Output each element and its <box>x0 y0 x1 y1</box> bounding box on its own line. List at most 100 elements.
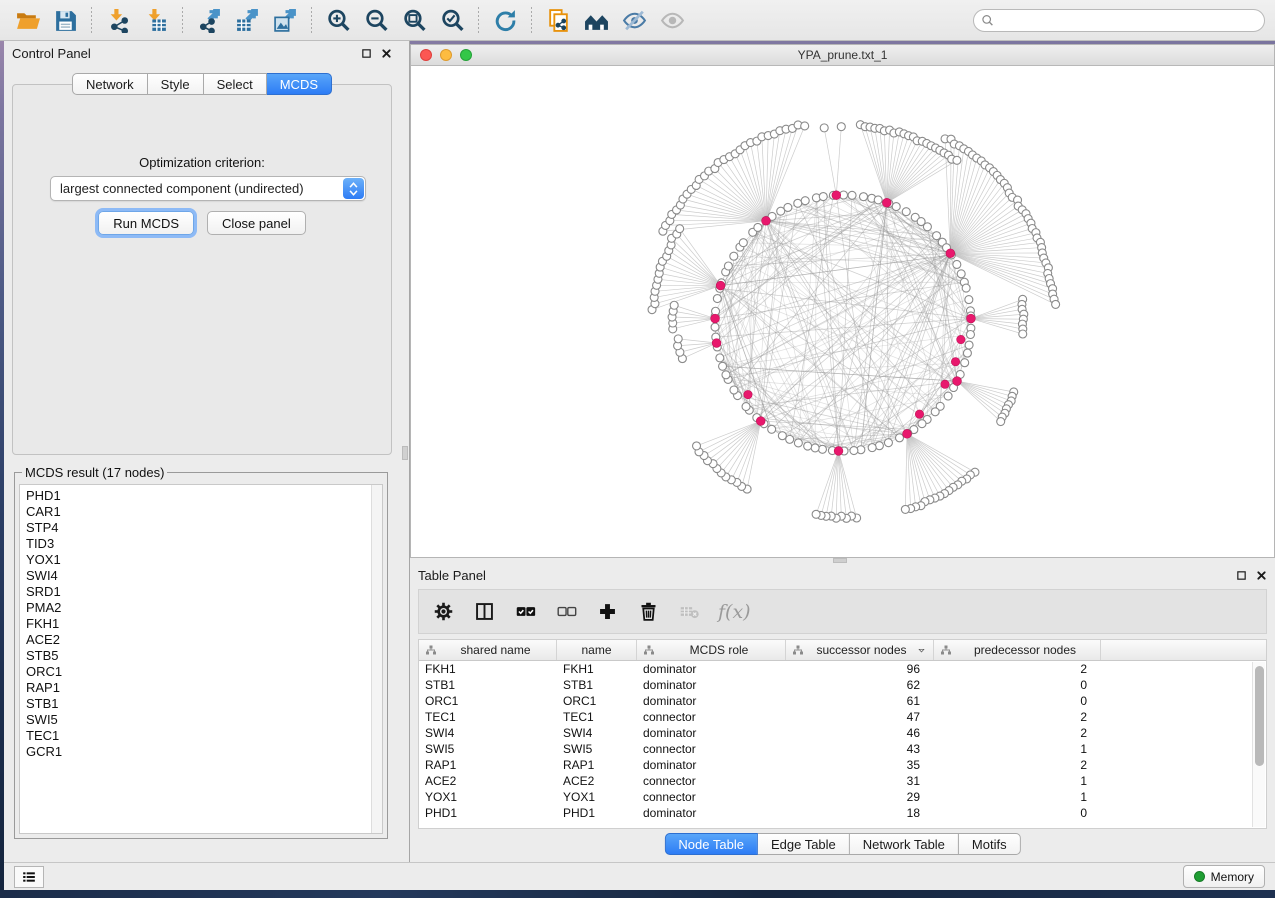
table-row[interactable]: ACE2ACE2connector311 <box>419 773 1266 789</box>
export-table-button[interactable] <box>228 4 266 36</box>
network-canvas[interactable] <box>411 66 1274 557</box>
leaf-node[interactable] <box>676 225 684 233</box>
delete-table-button[interactable] <box>677 600 701 624</box>
network-node[interactable] <box>965 341 973 349</box>
network-node[interactable] <box>892 203 900 211</box>
export-image-button[interactable] <box>266 4 304 36</box>
network-node[interactable] <box>860 193 868 201</box>
network-node[interactable] <box>713 295 721 303</box>
zoom-selected-button[interactable] <box>433 4 471 36</box>
network-node[interactable] <box>742 403 750 411</box>
table-scrollbar-thumb[interactable] <box>1255 666 1264 766</box>
table-row[interactable]: SWI4SWI4dominator462 <box>419 725 1266 741</box>
network-node[interactable] <box>963 349 971 357</box>
export-network-button[interactable] <box>190 4 228 36</box>
mcds-dominator-node[interactable] <box>744 390 752 398</box>
mcds-result-item[interactable]: PHD1 <box>26 488 382 504</box>
mcds-dominator-node[interactable] <box>762 216 771 225</box>
show-all-button[interactable] <box>653 4 691 36</box>
network-node[interactable] <box>801 197 809 205</box>
network-node[interactable] <box>918 420 926 428</box>
table-row[interactable]: TEC1TEC1connector472 <box>419 709 1266 725</box>
table-row[interactable]: FKH1FKH1dominator962 <box>419 661 1266 677</box>
tab-mcds[interactable]: MCDS <box>267 73 332 95</box>
show-panels-button[interactable] <box>14 866 44 888</box>
network-node[interactable] <box>739 239 747 247</box>
mcds-dominator-node[interactable] <box>711 314 720 323</box>
network-window-titlebar[interactable]: YPA_prune.txt_1 <box>411 45 1274 66</box>
settings-button[interactable] <box>431 600 455 624</box>
vertical-splitter-handle[interactable] <box>402 446 408 460</box>
mcds-result-item[interactable]: STP4 <box>26 520 382 536</box>
table-row[interactable]: ORC1ORC1dominator610 <box>419 693 1266 709</box>
zoom-in-button[interactable] <box>319 4 357 36</box>
run-mcds-button[interactable]: Run MCDS <box>98 211 194 235</box>
network-node[interactable] <box>965 296 973 304</box>
network-node[interactable] <box>818 445 826 453</box>
mcds-dominator-node[interactable] <box>946 249 955 258</box>
mcds-dominator-node[interactable] <box>967 314 976 323</box>
close-panel-icon[interactable] <box>381 48 392 59</box>
network-node[interactable] <box>874 196 882 204</box>
network-node[interactable] <box>768 425 776 433</box>
mcds-result-item[interactable]: ORC1 <box>26 664 382 680</box>
first-neighbors-button[interactable] <box>577 4 615 36</box>
network-node[interactable] <box>786 435 794 443</box>
leaf-node[interactable] <box>820 124 828 132</box>
mcds-result-item[interactable]: SWI5 <box>26 712 382 728</box>
network-node[interactable] <box>794 439 802 447</box>
column-header-shared_name[interactable]: shared name <box>419 640 557 660</box>
network-node[interactable] <box>730 386 738 394</box>
leaf-node[interactable] <box>674 335 682 343</box>
tab-style[interactable]: Style <box>148 73 204 95</box>
table-row[interactable]: SWI5SWI5connector431 <box>419 741 1266 757</box>
mcds-dominator-node[interactable] <box>712 339 721 348</box>
mcds-dominator-node[interactable] <box>882 198 891 207</box>
network-node[interactable] <box>784 203 792 211</box>
leaf-node[interactable] <box>1052 300 1060 308</box>
network-node[interactable] <box>868 444 876 452</box>
table-row[interactable]: RAP1RAP1dominator352 <box>419 757 1266 773</box>
leaf-node[interactable] <box>693 442 701 450</box>
network-node[interactable] <box>953 260 961 268</box>
table-scrollbar[interactable] <box>1252 662 1265 827</box>
mcds-result-item[interactable]: YOX1 <box>26 552 382 568</box>
mcds-result-list[interactable]: PHD1CAR1STP4TID3YOX1SWI4SRD1PMA2FKH1ACE2… <box>19 484 383 834</box>
column-header-name[interactable]: name <box>557 640 637 660</box>
leaf-node[interactable] <box>997 418 1005 426</box>
mcds-dominator-node[interactable] <box>951 358 959 366</box>
clone-network-button[interactable] <box>539 4 577 36</box>
table-row[interactable]: YOX1YOX1connector291 <box>419 789 1266 805</box>
network-node[interactable] <box>957 270 965 278</box>
network-node[interactable] <box>711 323 719 331</box>
import-network-button[interactable] <box>99 4 137 36</box>
mcds-result-item[interactable]: SWI4 <box>26 568 382 584</box>
tab-edge-table[interactable]: Edge Table <box>758 833 850 855</box>
mcds-result-item[interactable]: FKH1 <box>26 616 382 632</box>
refresh-view-button[interactable] <box>486 4 524 36</box>
mcds-dominator-node[interactable] <box>941 380 949 388</box>
mcds-result-item[interactable]: STB5 <box>26 648 382 664</box>
column-header-predecessor_nodes[interactable]: predecessor nodes <box>934 640 1101 660</box>
leaf-node[interactable] <box>670 301 678 309</box>
delete-column-button[interactable] <box>636 600 660 624</box>
column-header-successor_nodes[interactable]: successor nodes <box>786 640 934 660</box>
network-node[interactable] <box>730 252 738 260</box>
mcds-dominator-node[interactable] <box>915 410 923 418</box>
tab-network[interactable]: Network <box>72 73 148 95</box>
memory-button[interactable]: Memory <box>1183 865 1265 888</box>
mcds-result-item[interactable]: TID3 <box>26 536 382 552</box>
mcds-dominator-node[interactable] <box>957 335 965 343</box>
network-node[interactable] <box>778 432 786 440</box>
vertical-splitter[interactable] <box>400 41 410 862</box>
network-node[interactable] <box>850 447 858 455</box>
mcds-dominator-node[interactable] <box>834 447 843 456</box>
mcds-result-item[interactable]: GCR1 <box>26 744 382 760</box>
zoom-fit-button[interactable] <box>395 4 433 36</box>
network-node[interactable] <box>811 444 819 452</box>
network-node[interactable] <box>931 408 939 416</box>
mcds-result-item[interactable]: TEC1 <box>26 728 382 744</box>
save-session-button[interactable] <box>46 4 84 36</box>
leaf-node[interactable] <box>801 122 809 130</box>
import-table-button[interactable] <box>137 4 175 36</box>
